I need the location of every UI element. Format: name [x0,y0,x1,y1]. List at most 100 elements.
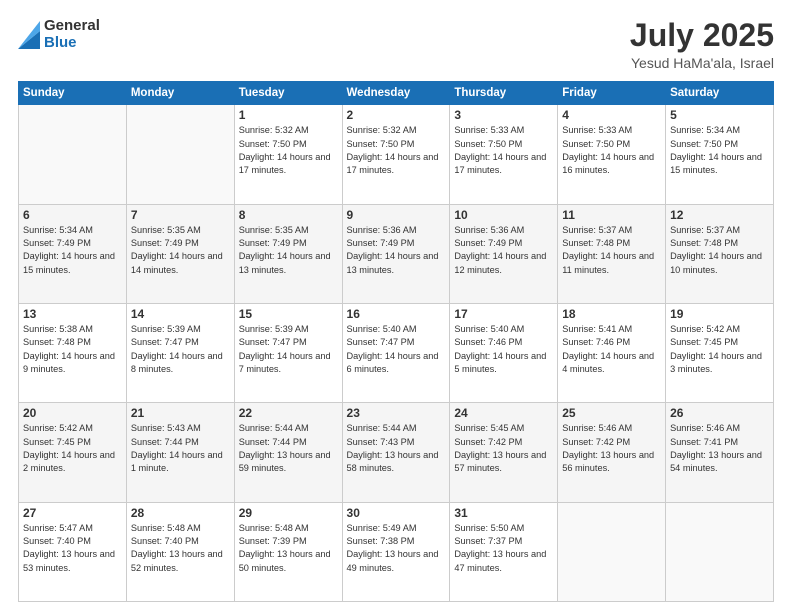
day-info: Sunrise: 5:47 AMSunset: 7:40 PMDaylight:… [23,522,122,575]
weekday-header: Sunday [19,82,127,105]
calendar-week-row: 1Sunrise: 5:32 AMSunset: 7:50 PMDaylight… [19,105,774,204]
day-number: 21 [131,406,230,420]
calendar-cell: 28Sunrise: 5:48 AMSunset: 7:40 PMDayligh… [126,502,234,601]
day-info: Sunrise: 5:49 AMSunset: 7:38 PMDaylight:… [347,522,446,575]
day-number: 4 [562,108,661,122]
calendar-cell: 10Sunrise: 5:36 AMSunset: 7:49 PMDayligh… [450,204,558,303]
day-info: Sunrise: 5:44 AMSunset: 7:44 PMDaylight:… [239,422,338,475]
calendar-week-row: 20Sunrise: 5:42 AMSunset: 7:45 PMDayligh… [19,403,774,502]
day-number: 8 [239,208,338,222]
day-number: 11 [562,208,661,222]
day-number: 16 [347,307,446,321]
calendar-cell: 15 Sunrise: 5:39 AMSunset: 7:47 PMDayligh… [234,303,342,402]
calendar-cell [666,502,774,601]
day-number: 24 [454,406,553,420]
day-info: Sunrise: 5:43 AMSunset: 7:44 PMDaylight:… [131,422,230,475]
day-info: Sunrise: 5:38 AMSunset: 7:48 PMDaylight:… [23,323,122,376]
calendar-cell: 17 Sunrise: 5:40 AMSunset: 7:46 PMDayligh… [450,303,558,402]
calendar-cell: 29 Sunrise: 5:48 AMSunset: 7:39 PMDayligh… [234,502,342,601]
day-info: Sunrise: 5:34 AMSunset: 7:50 PMDaylight:… [670,124,769,177]
day-info: Sunrise: 5:39 AMSunset: 7:47 PMDaylight:… [239,323,338,376]
calendar-cell: 14Sunrise: 5:39 AMSunset: 7:47 PMDayligh… [126,303,234,402]
title-month: July 2025 [630,18,774,53]
day-number: 6 [23,208,122,222]
day-number: 5 [670,108,769,122]
calendar-cell: 7 Sunrise: 5:35 AMSunset: 7:49 PMDaylight… [126,204,234,303]
weekday-header: Thursday [450,82,558,105]
day-info: Sunrise: 5:33 AMSunset: 7:50 PMDaylight:… [562,124,661,177]
day-number: 12 [670,208,769,222]
calendar-cell: 26Sunrise: 5:46 AMSunset: 7:41 PMDayligh… [666,403,774,502]
day-number: 9 [347,208,446,222]
calendar-week-row: 13 Sunrise: 5:38 AMSunset: 7:48 PMDayligh… [19,303,774,402]
calendar-cell: 8 Sunrise: 5:35 AMSunset: 7:49 PMDaylight… [234,204,342,303]
day-info: Sunrise: 5:35 AMSunset: 7:49 PMDaylight:… [131,224,230,277]
day-info: Sunrise: 5:42 AMSunset: 7:45 PMDaylight:… [23,422,122,475]
day-number: 15 [239,307,338,321]
day-info: Sunrise: 5:40 AMSunset: 7:47 PMDaylight:… [347,323,446,376]
day-info: Sunrise: 5:46 AMSunset: 7:42 PMDaylight:… [562,422,661,475]
calendar-cell: 23Sunrise: 5:44 AMSunset: 7:43 PMDayligh… [342,403,450,502]
calendar-cell: 19 Sunrise: 5:42 AMSunset: 7:45 PMDayligh… [666,303,774,402]
weekday-header: Tuesday [234,82,342,105]
calendar: SundayMondayTuesdayWednesdayThursdayFrid… [18,81,774,602]
title-location: Yesud HaMa'ala, Israel [630,55,774,71]
logo-icon [18,21,40,49]
day-info: Sunrise: 5:42 AMSunset: 7:45 PMDaylight:… [670,323,769,376]
logo-general-text: General [44,18,100,35]
weekday-header: Monday [126,82,234,105]
day-number: 2 [347,108,446,122]
calendar-cell: 21 Sunrise: 5:43 AMSunset: 7:44 PMDayligh… [126,403,234,502]
day-number: 17 [454,307,553,321]
day-info: Sunrise: 5:50 AMSunset: 7:37 PMDaylight:… [454,522,553,575]
header: General Blue July 2025 Yesud HaMa'ala, I… [18,18,774,71]
day-info: Sunrise: 5:34 AMSunset: 7:49 PMDaylight:… [23,224,122,277]
calendar-week-row: 6 Sunrise: 5:34 AMSunset: 7:49 PMDaylight… [19,204,774,303]
day-info: Sunrise: 5:37 AMSunset: 7:48 PMDaylight:… [670,224,769,277]
day-info: Sunrise: 5:37 AMSunset: 7:48 PMDaylight:… [562,224,661,277]
day-info: Sunrise: 5:45 AMSunset: 7:42 PMDaylight:… [454,422,553,475]
day-number: 18 [562,307,661,321]
day-number: 31 [454,506,553,520]
logo-text: General Blue [44,18,100,51]
calendar-cell: 31 Sunrise: 5:50 AMSunset: 7:37 PMDayligh… [450,502,558,601]
day-number: 13 [23,307,122,321]
day-info: Sunrise: 5:40 AMSunset: 7:46 PMDaylight:… [454,323,553,376]
page: General Blue July 2025 Yesud HaMa'ala, I… [0,0,792,612]
day-number: 22 [239,406,338,420]
calendar-cell: 3 Sunrise: 5:33 AMSunset: 7:50 PMDaylight… [450,105,558,204]
day-number: 3 [454,108,553,122]
day-number: 23 [347,406,446,420]
day-info: Sunrise: 5:33 AMSunset: 7:50 PMDaylight:… [454,124,553,177]
calendar-cell: 12 Sunrise: 5:37 AMSunset: 7:48 PMDayligh… [666,204,774,303]
calendar-cell: 18Sunrise: 5:41 AMSunset: 7:46 PMDayligh… [558,303,666,402]
calendar-week-row: 27Sunrise: 5:47 AMSunset: 7:40 PMDayligh… [19,502,774,601]
day-info: Sunrise: 5:35 AMSunset: 7:49 PMDaylight:… [239,224,338,277]
day-info: Sunrise: 5:32 AMSunset: 7:50 PMDaylight:… [239,124,338,177]
weekday-header: Saturday [666,82,774,105]
logo: General Blue [18,18,100,51]
day-number: 30 [347,506,446,520]
calendar-cell: 2Sunrise: 5:32 AMSunset: 7:50 PMDaylight… [342,105,450,204]
day-info: Sunrise: 5:36 AMSunset: 7:49 PMDaylight:… [454,224,553,277]
day-number: 25 [562,406,661,420]
day-info: Sunrise: 5:48 AMSunset: 7:39 PMDaylight:… [239,522,338,575]
calendar-cell [126,105,234,204]
day-number: 29 [239,506,338,520]
calendar-cell: 27Sunrise: 5:47 AMSunset: 7:40 PMDayligh… [19,502,127,601]
calendar-cell: 20Sunrise: 5:42 AMSunset: 7:45 PMDayligh… [19,403,127,502]
calendar-cell: 9 Sunrise: 5:36 AMSunset: 7:49 PMDaylight… [342,204,450,303]
calendar-cell [558,502,666,601]
calendar-cell: 22 Sunrise: 5:44 AMSunset: 7:44 PMDayligh… [234,403,342,502]
calendar-cell: 4 Sunrise: 5:33 AMSunset: 7:50 PMDaylight… [558,105,666,204]
day-number: 28 [131,506,230,520]
calendar-cell: 13 Sunrise: 5:38 AMSunset: 7:48 PMDayligh… [19,303,127,402]
calendar-cell: 1Sunrise: 5:32 AMSunset: 7:50 PMDaylight… [234,105,342,204]
weekday-header: Wednesday [342,82,450,105]
day-number: 7 [131,208,230,222]
calendar-cell: 30 Sunrise: 5:49 AMSunset: 7:38 PMDayligh… [342,502,450,601]
calendar-cell: 5 Sunrise: 5:34 AMSunset: 7:50 PMDaylight… [666,105,774,204]
calendar-cell [19,105,127,204]
day-number: 19 [670,307,769,321]
day-info: Sunrise: 5:36 AMSunset: 7:49 PMDaylight:… [347,224,446,277]
